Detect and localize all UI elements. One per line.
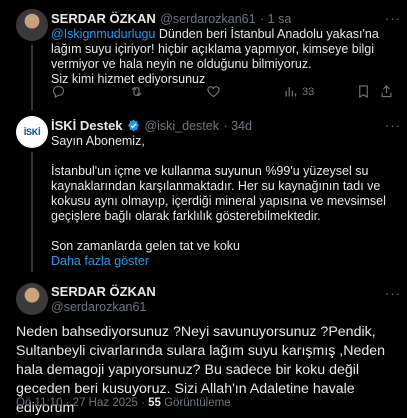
thread-line xyxy=(31,45,33,110)
verified-badge-icon xyxy=(127,119,140,132)
tweet2-body: Sayın Abonemiz, İstanbul'un içme ve kull… xyxy=(51,134,389,269)
retweet-icon[interactable] xyxy=(129,84,144,104)
reply-icon[interactable] xyxy=(51,84,66,104)
tweet1-header: SERDAR ÖZKAN @serdarozkan61 · 1 sa xyxy=(51,10,401,28)
views-stat[interactable]: 33 xyxy=(283,84,314,99)
views-icon xyxy=(285,87,297,97)
avatar-iski-logo[interactable]: İSKİ xyxy=(16,116,48,148)
author-name[interactable]: SERDAR ÖZKAN xyxy=(51,11,156,26)
tweet2-header: İSKİ Destek @iski_destek · 34d xyxy=(51,117,401,135)
tweet2-p3: Son zamanlarda gelen tat ve koku xyxy=(51,239,241,253)
avatar-serdar[interactable] xyxy=(16,283,48,315)
tweet2-p2: İstanbul'un içme ve kullanma suyunun %99… xyxy=(51,164,386,223)
avatar-serdar[interactable] xyxy=(16,9,48,41)
share-icon[interactable] xyxy=(379,84,394,104)
views-count: 55 xyxy=(148,397,161,409)
author-name[interactable]: İSKİ Destek xyxy=(51,118,123,133)
show-more-link[interactable]: Daha fazla göster xyxy=(51,254,389,269)
more-options-icon[interactable]: ··· xyxy=(385,286,401,301)
tweet-timestamp[interactable]: Öö 11:10 · 27 Haz 2025 · xyxy=(16,397,148,409)
thread-line xyxy=(31,152,33,272)
author-handle[interactable]: @serdarozkan61 xyxy=(160,12,255,26)
tweet3-header: SERDAR ÖZKAN @serdarozkan61 xyxy=(51,284,351,314)
tweet1-body: @Iskignmudurlugu Dünden beri İstanbul An… xyxy=(51,27,391,87)
more-options-icon[interactable]: ··· xyxy=(385,11,401,26)
mention-link[interactable]: @Iskignmudurlugu xyxy=(51,27,155,41)
views-count: 33 xyxy=(302,85,315,98)
tweet2-p1: Sayın Abonemiz, xyxy=(51,134,145,148)
views-label: Görüntüleme xyxy=(160,397,231,409)
author-handle[interactable]: @iski_destek xyxy=(144,119,219,133)
tweet-time[interactable]: · 1 sa xyxy=(260,12,291,26)
more-options-icon[interactable]: ··· xyxy=(385,118,401,133)
like-icon[interactable] xyxy=(206,84,221,104)
tweet-time[interactable]: · 34d xyxy=(223,119,252,133)
tweet1-actions: 33 xyxy=(51,84,396,100)
tweet3-meta: Öö 11:10 · 27 Haz 2025 · 55 Görüntüleme xyxy=(16,397,231,409)
iski-logo-text: İSKİ xyxy=(23,127,41,137)
bookmark-icon[interactable] xyxy=(356,84,371,104)
author-handle[interactable]: @serdarozkan61 xyxy=(51,300,351,314)
author-name[interactable]: SERDAR ÖZKAN xyxy=(51,284,351,299)
